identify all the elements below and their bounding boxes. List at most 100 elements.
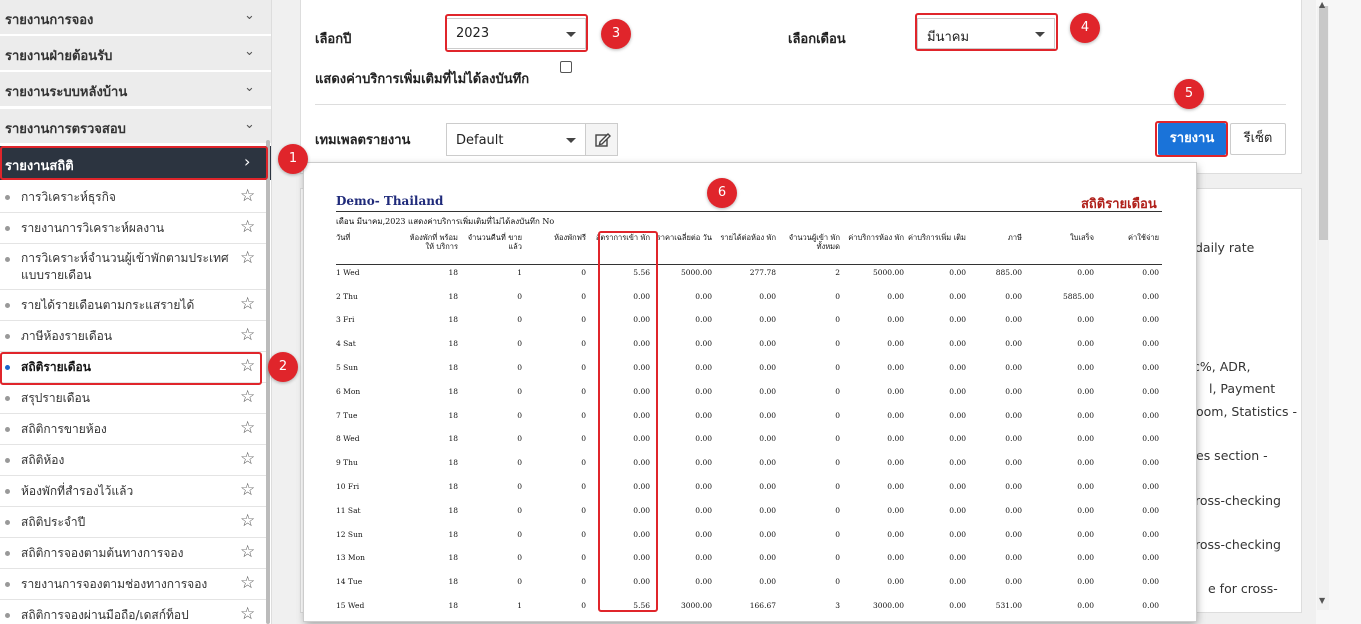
- sidebar-item-annual-statistics[interactable]: สถิติประจำปี ☆: [0, 507, 266, 538]
- star-icon[interactable]: ☆: [240, 544, 255, 561]
- sidebar-item-performance-analysis[interactable]: รายงานการวิเคราะห์ผลงาน ☆: [0, 213, 266, 244]
- bullet-icon: [5, 365, 10, 370]
- report-cell: 0: [835, 553, 840, 562]
- sidebar-section-audit[interactable]: รายงานการตรวจสอบ ⌄: [0, 109, 271, 144]
- report-cell: 0.00: [759, 434, 776, 443]
- star-icon[interactable]: ☆: [240, 358, 255, 375]
- sidebar-section-booking[interactable]: รายงานการจอง ⌄: [0, 0, 271, 35]
- report-cell: 0.00: [949, 530, 966, 539]
- star-icon[interactable]: ☆: [240, 250, 255, 267]
- year-select[interactable]: 2023: [446, 18, 586, 49]
- star-icon[interactable]: ☆: [240, 219, 255, 236]
- sidebar-item-guest-country-analysis[interactable]: การวิเคราะห์จำนวนผู้เข้าพักตามประเทศ แบบ…: [0, 244, 266, 290]
- step-badge-1: 1: [278, 144, 308, 174]
- report-cell: 0.00: [633, 315, 650, 324]
- sidebar-section-statistics[interactable]: รายงานสถิติ ›: [0, 146, 271, 181]
- edit-template-button[interactable]: [585, 123, 618, 156]
- report-cell: 0.00: [1077, 315, 1094, 324]
- sidebar-item-label: การวิเคราะห์ธุรกิจ: [21, 190, 116, 204]
- report-cell: 0.00: [759, 530, 776, 539]
- sidebar-item-monthly-statistics[interactable]: สถิติรายเดือน ☆: [0, 352, 266, 383]
- report-cell: 0.00: [1142, 387, 1159, 396]
- sidebar-scrollbar[interactable]: [266, 140, 270, 624]
- sidebar-item-room-statistics[interactable]: สถิติห้อง ☆: [0, 445, 266, 476]
- template-select[interactable]: Default: [446, 123, 586, 156]
- sidebar-item-booking-channel-report[interactable]: รายงานการจองตามช่องทางการจอง ☆: [0, 569, 266, 600]
- report-cell: 0.00: [949, 339, 966, 348]
- report-cell: 0: [517, 363, 522, 372]
- sidebar-item-reserved-rooms[interactable]: ห้องพักที่สำรองไว้แล้ว ☆: [0, 476, 266, 507]
- reset-button[interactable]: รีเซ็ต: [1230, 123, 1286, 155]
- report-cell: 3000.00: [680, 601, 712, 610]
- report-cell: 0.00: [695, 577, 712, 586]
- report-cell: 2 Thu: [336, 292, 358, 301]
- report-cell: 0.00: [695, 458, 712, 467]
- caret-down-icon: [566, 32, 576, 37]
- star-icon[interactable]: ☆: [240, 575, 255, 592]
- star-icon[interactable]: ☆: [240, 188, 255, 205]
- report-cell: 1: [517, 268, 522, 277]
- sidebar-item-business-analysis[interactable]: การวิเคราะห์ธุรกิจ ☆: [0, 182, 266, 213]
- chevron-down-icon: ⌄: [244, 117, 255, 132]
- sidebar-item-booking-source-statistics[interactable]: สถิติการจองตามต้นทางการจอง ☆: [0, 538, 266, 569]
- report-cell: 0: [517, 506, 522, 515]
- report-cell: 0.00: [1005, 292, 1022, 301]
- report-cell: 0.00: [887, 482, 904, 491]
- report-cell: 5.56: [633, 268, 650, 277]
- report-cell: 0: [581, 363, 586, 372]
- bullet-icon: [5, 582, 10, 587]
- report-cell: 0: [517, 553, 522, 562]
- background-text: oom, Statistics -: [1196, 404, 1298, 419]
- report-cell: 0.00: [1077, 458, 1094, 467]
- report-cell: 0.00: [887, 530, 904, 539]
- show-extra-checkbox[interactable]: [560, 61, 572, 73]
- report-cell: 0.00: [759, 411, 776, 420]
- report-cell: 0.00: [633, 292, 650, 301]
- report-cell: 0.00: [887, 553, 904, 562]
- sidebar-section-label: รายงานการตรวจสอบ: [5, 122, 126, 137]
- report-cell: 0.00: [633, 387, 650, 396]
- main-scrollbar[interactable]: ▲ ▼: [1316, 0, 1361, 624]
- month-label: เลือกเดือน: [788, 32, 846, 47]
- star-icon[interactable]: ☆: [240, 513, 255, 530]
- report-cell: 18: [448, 601, 458, 610]
- report-column-header: ภาษี: [1007, 233, 1022, 242]
- report-cell: 12 Sun: [336, 530, 363, 539]
- star-icon[interactable]: ☆: [240, 482, 255, 499]
- step-badge-5: 5: [1174, 79, 1204, 109]
- report-cell: 0.00: [949, 315, 966, 324]
- report-cell: 0.00: [1077, 387, 1094, 396]
- sidebar-section-front-desk[interactable]: รายงานฝ่ายต้อนรับ ⌄: [0, 36, 271, 71]
- star-icon[interactable]: ☆: [240, 420, 255, 437]
- report-cell: 0.00: [949, 458, 966, 467]
- star-icon[interactable]: ☆: [240, 296, 255, 313]
- report-column-header: ค่าบริการเพิ่ม เติม: [907, 233, 966, 242]
- scroll-down-icon[interactable]: ▼: [1319, 596, 1325, 605]
- report-cell: 0.00: [887, 292, 904, 301]
- report-cell: 0.00: [695, 434, 712, 443]
- sidebar-item-label: ห้องพักที่สำรองไว้แล้ว: [21, 484, 134, 498]
- sidebar-item-monthly-room-tax[interactable]: ภาษีห้องรายเดือน ☆: [0, 321, 266, 352]
- chevron-down-icon: ⌄: [244, 8, 255, 23]
- sidebar-section-back-office[interactable]: รายงานระบบหลังบ้าน ⌄: [0, 72, 271, 107]
- report-cell: 0.00: [949, 363, 966, 372]
- star-icon[interactable]: ☆: [240, 451, 255, 468]
- report-cell: 0.00: [1077, 530, 1094, 539]
- scrollbar-thumb[interactable]: [1319, 6, 1328, 240]
- sidebar-item-mobile-desktop-statistics[interactable]: สถิติการจองผ่านมือถือ/เดสก์ท็อป ☆: [0, 600, 266, 624]
- star-icon[interactable]: ☆: [240, 327, 255, 344]
- sidebar-item-monthly-revenue-stream[interactable]: รายได้รายเดือนตามกระแสรายได้ ☆: [0, 290, 266, 321]
- report-cell: 0.00: [1077, 601, 1094, 610]
- star-icon[interactable]: ☆: [240, 389, 255, 406]
- report-button[interactable]: รายงาน: [1158, 123, 1226, 155]
- month-select[interactable]: มีนาคม: [917, 18, 1055, 49]
- scroll-up-icon[interactable]: ▲: [1319, 0, 1325, 9]
- report-cell: 4 Sat: [336, 339, 356, 348]
- step-badge-4: 4: [1070, 13, 1100, 43]
- star-icon[interactable]: ☆: [240, 606, 255, 623]
- caret-down-icon: [566, 138, 576, 143]
- report-cell: 0.00: [759, 292, 776, 301]
- sidebar-item-room-sales-statistics[interactable]: สถิติการขายห้อง ☆: [0, 414, 266, 445]
- sidebar-item-monthly-summary[interactable]: สรุปรายเดือน ☆: [0, 383, 266, 414]
- report-cell: 0: [517, 339, 522, 348]
